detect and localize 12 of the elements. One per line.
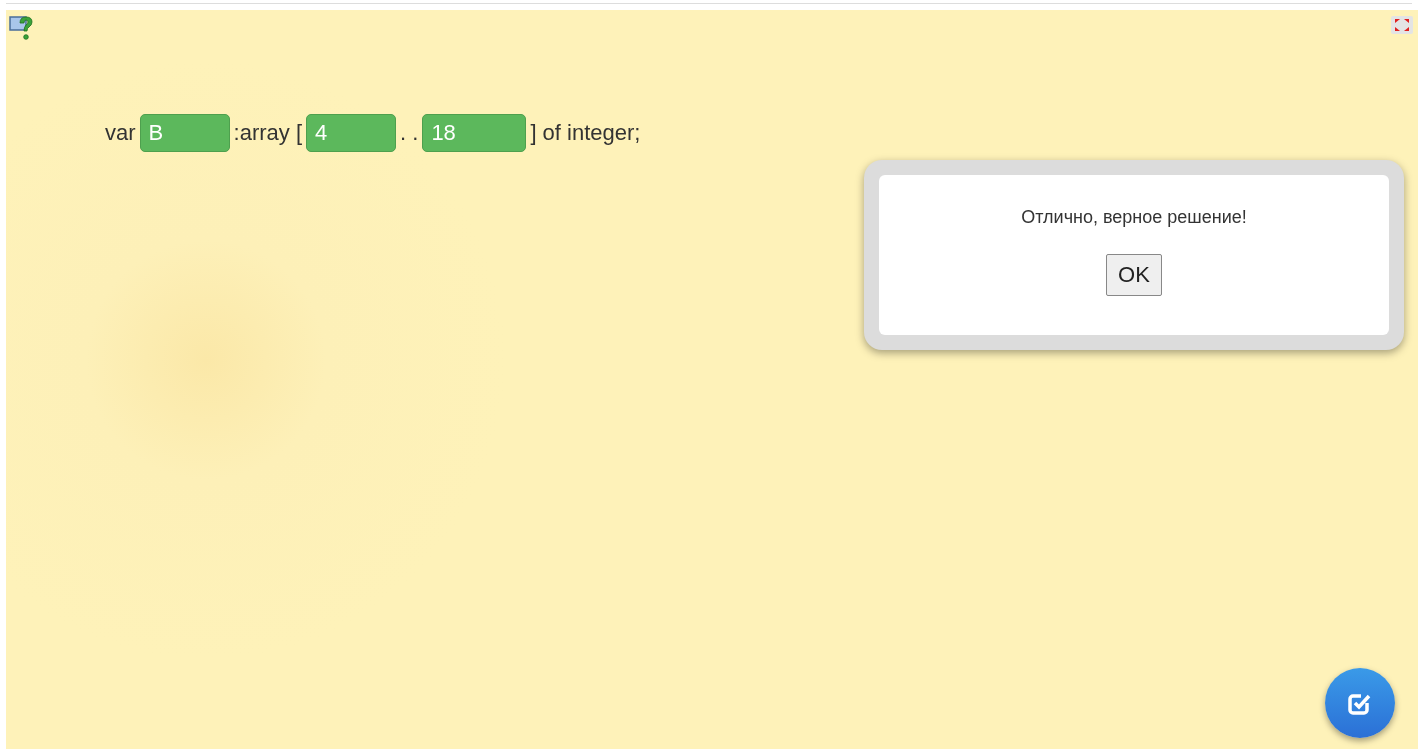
fullscreen-icon[interactable]: [1391, 16, 1413, 34]
code-text: :array [: [233, 120, 303, 146]
dialog-message: Отлично, верное решение!: [1021, 207, 1247, 228]
answer-field[interactable]: 18: [422, 114, 527, 152]
code-text: var: [105, 120, 136, 146]
code-text: ] of integer;: [530, 120, 641, 146]
code-text: . .: [400, 120, 419, 146]
help-icon[interactable]: [8, 14, 36, 42]
check-button[interactable]: [1325, 668, 1395, 738]
answer-field[interactable]: B: [139, 114, 230, 152]
ok-button[interactable]: OK: [1106, 254, 1162, 296]
answer-field[interactable]: 4: [306, 114, 397, 152]
